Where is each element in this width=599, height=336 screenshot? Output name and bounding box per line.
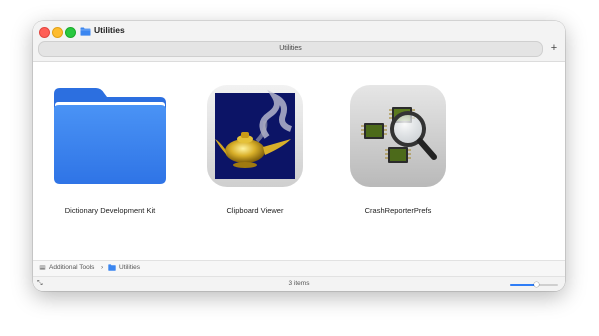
status-bar: ⤡ 3 items bbox=[33, 276, 565, 291]
folder-icon bbox=[52, 85, 168, 189]
slider-knob[interactable] bbox=[533, 282, 539, 287]
zoom-button[interactable] bbox=[65, 27, 76, 38]
disk-icon bbox=[39, 265, 46, 270]
title-bar: Utilities Utilities + bbox=[33, 21, 565, 61]
item-label: Dictionary Development Kit bbox=[64, 206, 156, 215]
path-segment-utilities[interactable]: Utilities bbox=[108, 264, 140, 271]
item-label: Clipboard Viewer bbox=[226, 206, 284, 215]
path-segment-additional-tools[interactable]: Additional Tools bbox=[39, 264, 94, 271]
close-button[interactable] bbox=[39, 27, 50, 38]
path-segment-label: Utilities bbox=[119, 264, 140, 271]
tab-utilities[interactable]: Utilities bbox=[38, 41, 543, 57]
file-item-dictionary-development-kit[interactable]: Dictionary Development Kit bbox=[35, 85, 185, 225]
minimize-button[interactable] bbox=[52, 27, 63, 38]
path-bar: Additional Tools › Utilities bbox=[33, 260, 565, 276]
genie-lamp-icon bbox=[197, 85, 313, 189]
new-tab-button[interactable]: + bbox=[547, 40, 561, 56]
item-label: CrashReporterPrefs bbox=[364, 206, 432, 215]
magnifier-chips-icon bbox=[340, 85, 456, 189]
folder-icon bbox=[80, 27, 91, 36]
icon-size-slider[interactable] bbox=[510, 282, 558, 287]
finder-window: Utilities Utilities + Dictionary Develop… bbox=[33, 21, 565, 291]
path-segment-label: Additional Tools bbox=[49, 264, 95, 271]
file-item-crashreporterprefs[interactable]: CrashReporterPrefs bbox=[323, 85, 473, 225]
window-title: Utilities bbox=[94, 25, 125, 35]
folder-icon bbox=[108, 264, 116, 271]
file-item-clipboard-viewer[interactable]: Clipboard Viewer bbox=[180, 85, 330, 225]
item-count: 3 items bbox=[288, 280, 310, 287]
slider-fill bbox=[510, 284, 537, 286]
toolbar-divider bbox=[33, 61, 565, 62]
path-separator: › bbox=[101, 264, 104, 271]
